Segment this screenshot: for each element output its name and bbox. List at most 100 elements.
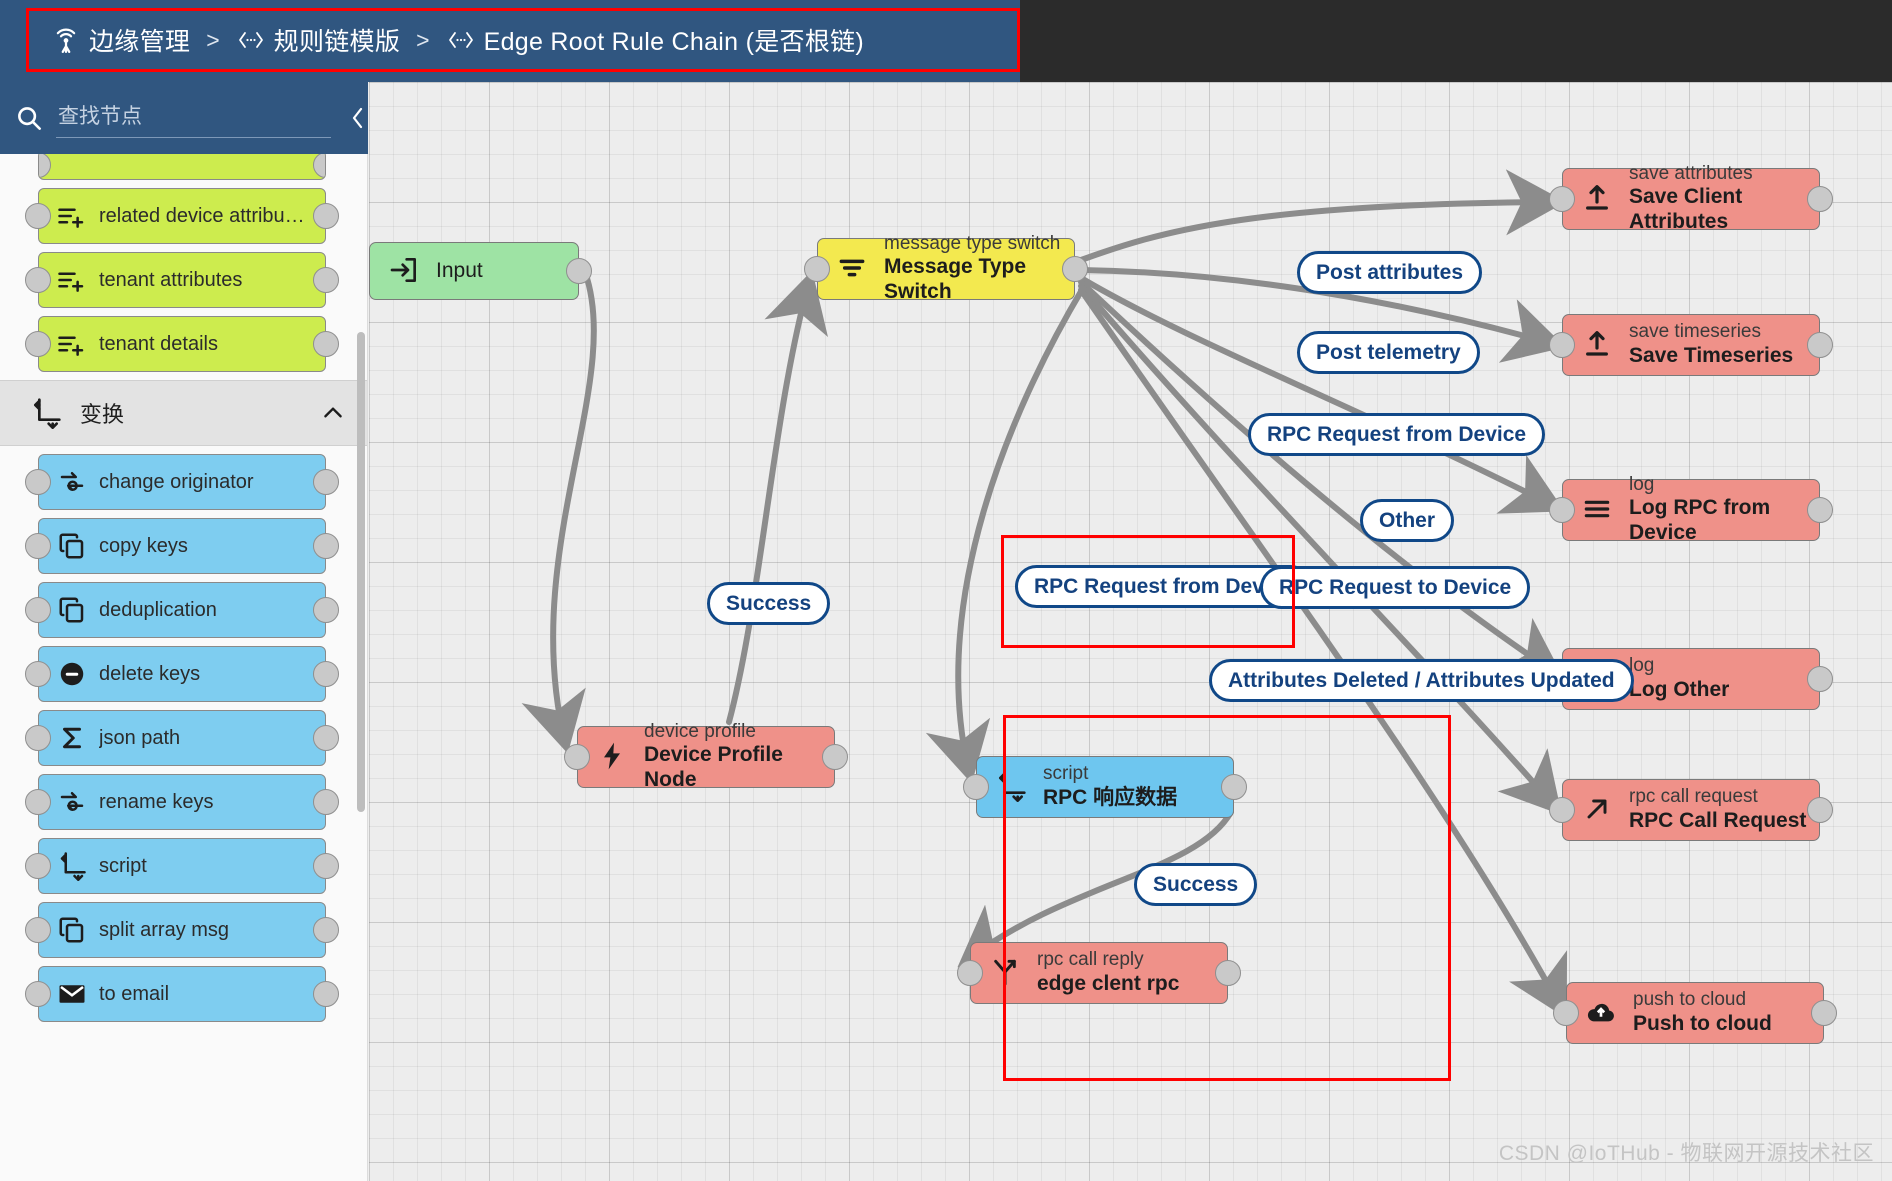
node-port-right[interactable]	[1807, 186, 1833, 212]
palette-node-item[interactable]: copy keys	[25, 518, 339, 574]
cloud-up-icon	[1585, 996, 1619, 1030]
node-port-left[interactable]	[25, 981, 51, 1007]
breadcrumb-item-edge-management[interactable]: 边缘管理	[51, 22, 190, 58]
node-port-right[interactable]	[1811, 1000, 1837, 1026]
edge-label-text: Other	[1379, 509, 1436, 532]
node-port-left[interactable]	[25, 267, 51, 293]
node-port-right[interactable]	[313, 789, 339, 815]
node-port-right[interactable]	[313, 597, 339, 623]
node-port-right[interactable]	[313, 203, 339, 229]
node-port-right[interactable]	[1807, 497, 1833, 523]
node-port-left[interactable]	[39, 154, 51, 178]
edge-label-text: Attributes Deleted / Attributes Updated	[1228, 669, 1615, 692]
palette-node-item[interactable]: split array msg	[25, 902, 339, 958]
palette-node-item[interactable]: rename keys	[25, 774, 339, 830]
palette-node-item[interactable]: json path	[25, 710, 339, 766]
rule-node-log-rpc-from-device[interactable]: log Log RPC from Device	[1549, 474, 1833, 544]
rule-node-device-profile-node[interactable]: device profile Device Profile Node	[564, 721, 848, 791]
node-port-left[interactable]	[25, 789, 51, 815]
edge-label-rpc-request-from-device-top[interactable]: RPC Request from Device	[1248, 413, 1546, 457]
node-port-right[interactable]	[313, 981, 339, 1007]
node-port-right[interactable]	[1807, 797, 1833, 823]
node-name-label: Save Timeseries	[1629, 343, 1794, 367]
rule-node-input[interactable]: Input	[369, 242, 592, 300]
palette-node-item[interactable]: tenant details	[25, 316, 339, 372]
node-port-left[interactable]	[957, 960, 983, 986]
palette-node-item[interactable]	[38, 154, 326, 180]
node-port-left[interactable]	[25, 203, 51, 229]
rule-chain-icon	[236, 29, 266, 51]
node-port-left[interactable]	[25, 331, 51, 357]
node-port-right[interactable]	[313, 331, 339, 357]
node-port-left[interactable]	[25, 853, 51, 879]
palette-node-label: rename keys	[99, 790, 214, 813]
palette-node-item[interactable]: related device attribu…	[25, 188, 339, 244]
node-text: push to cloud Push to cloud	[1633, 989, 1772, 1036]
rule-node-message-type-switch[interactable]: message type switch Message Type Switch	[804, 233, 1088, 303]
node-palette-scroll-area[interactable]: related device attribu… tenant attributes…	[0, 154, 367, 1181]
rule-chain-canvas[interactable]: Input message type switch Message Type Swi…	[369, 82, 1892, 1181]
palette-node-item[interactable]: tenant attributes	[25, 252, 339, 308]
palette-node-item[interactable]: delete keys	[25, 646, 339, 702]
edge-label-post-telemetry[interactable]: Post telemetry	[1297, 331, 1480, 375]
copy-icon	[57, 531, 87, 561]
search-input[interactable]	[56, 98, 331, 138]
node-port-right[interactable]	[313, 154, 325, 178]
node-port-left[interactable]	[804, 256, 830, 282]
rule-node-save-timeseries[interactable]: save timeseries Save Timeseries	[1549, 314, 1833, 376]
node-name-label: RPC Call Request	[1629, 808, 1807, 832]
node-port-right[interactable]	[1807, 666, 1833, 692]
rule-node-push-to-cloud[interactable]: push to cloud Push to cloud	[1553, 982, 1837, 1044]
node-port-right[interactable]	[313, 469, 339, 495]
palette-node-item[interactable]: to email	[25, 966, 339, 1022]
node-port-left[interactable]	[1549, 497, 1575, 523]
rule-node-save-client-attributes[interactable]: save attributes Save Client Attributes	[1549, 163, 1833, 233]
node-port-left[interactable]	[25, 469, 51, 495]
chevron-left-icon[interactable]	[341, 101, 375, 135]
node-port-right[interactable]	[1062, 256, 1088, 282]
edge-label-success-left[interactable]: Success	[707, 582, 831, 626]
palette-node-item[interactable]: change originator	[25, 454, 339, 510]
node-port-right[interactable]	[1807, 332, 1833, 358]
edge-label-post-attributes[interactable]: Post attributes	[1297, 251, 1483, 295]
palette-node-label: tenant details	[99, 332, 218, 355]
edge-label-text: RPC Request from Device	[1267, 423, 1527, 446]
palette-node-item[interactable]: deduplication	[25, 582, 339, 638]
chevron-up-icon[interactable]	[320, 400, 346, 426]
node-port-left[interactable]	[25, 597, 51, 623]
palette-section-transformation[interactable]: 变换	[0, 380, 367, 446]
palette-node-item[interactable]: script	[25, 838, 339, 894]
breadcrumb-separator-1: >	[206, 26, 220, 53]
node-port-left[interactable]	[1553, 1000, 1579, 1026]
node-port-left[interactable]	[1549, 797, 1575, 823]
node-name-label: Input	[436, 258, 483, 282]
node-port-right[interactable]	[313, 853, 339, 879]
edge-label-attributes-deleted-updated[interactable]: Attributes Deleted / Attributes Updated	[1209, 659, 1634, 703]
node-port-right[interactable]	[566, 258, 592, 284]
node-port-right[interactable]	[313, 917, 339, 943]
node-port-left[interactable]	[25, 533, 51, 559]
node-port-right[interactable]	[313, 725, 339, 751]
edge-label-other[interactable]: Other	[1360, 499, 1455, 543]
transform-icon	[30, 397, 62, 429]
rule-node-rpc-call-request[interactable]: rpc call request RPC Call Request	[1549, 779, 1833, 841]
node-port-right[interactable]	[822, 744, 848, 770]
edge-label-rpc-request-to-device[interactable]: RPC Request to Device	[1260, 566, 1531, 610]
palette-node-label: split array msg	[99, 918, 230, 941]
breadcrumb-item-rule-chain-templates[interactable]: 规则链模版	[236, 22, 401, 58]
node-port-right[interactable]	[313, 661, 339, 687]
node-port-right[interactable]	[313, 267, 339, 293]
node-port-left[interactable]	[1549, 186, 1575, 212]
node-port-left[interactable]	[25, 725, 51, 751]
node-port-right[interactable]	[313, 533, 339, 559]
top-bar: 边缘管理 > 规则链模版 > Edge Root Rule Chain (是否根…	[0, 0, 1892, 82]
node-port-left[interactable]	[25, 917, 51, 943]
palette-section-label: 变换	[80, 402, 125, 427]
node-port-left[interactable]	[25, 661, 51, 687]
arrow-up-right-icon	[1581, 793, 1615, 827]
node-port-left[interactable]	[963, 774, 989, 800]
palette-node-label: to email	[99, 982, 170, 1005]
node-port-left[interactable]	[1549, 332, 1575, 358]
node-port-left[interactable]	[564, 744, 590, 770]
sidebar-scrollbar[interactable]	[357, 332, 365, 812]
